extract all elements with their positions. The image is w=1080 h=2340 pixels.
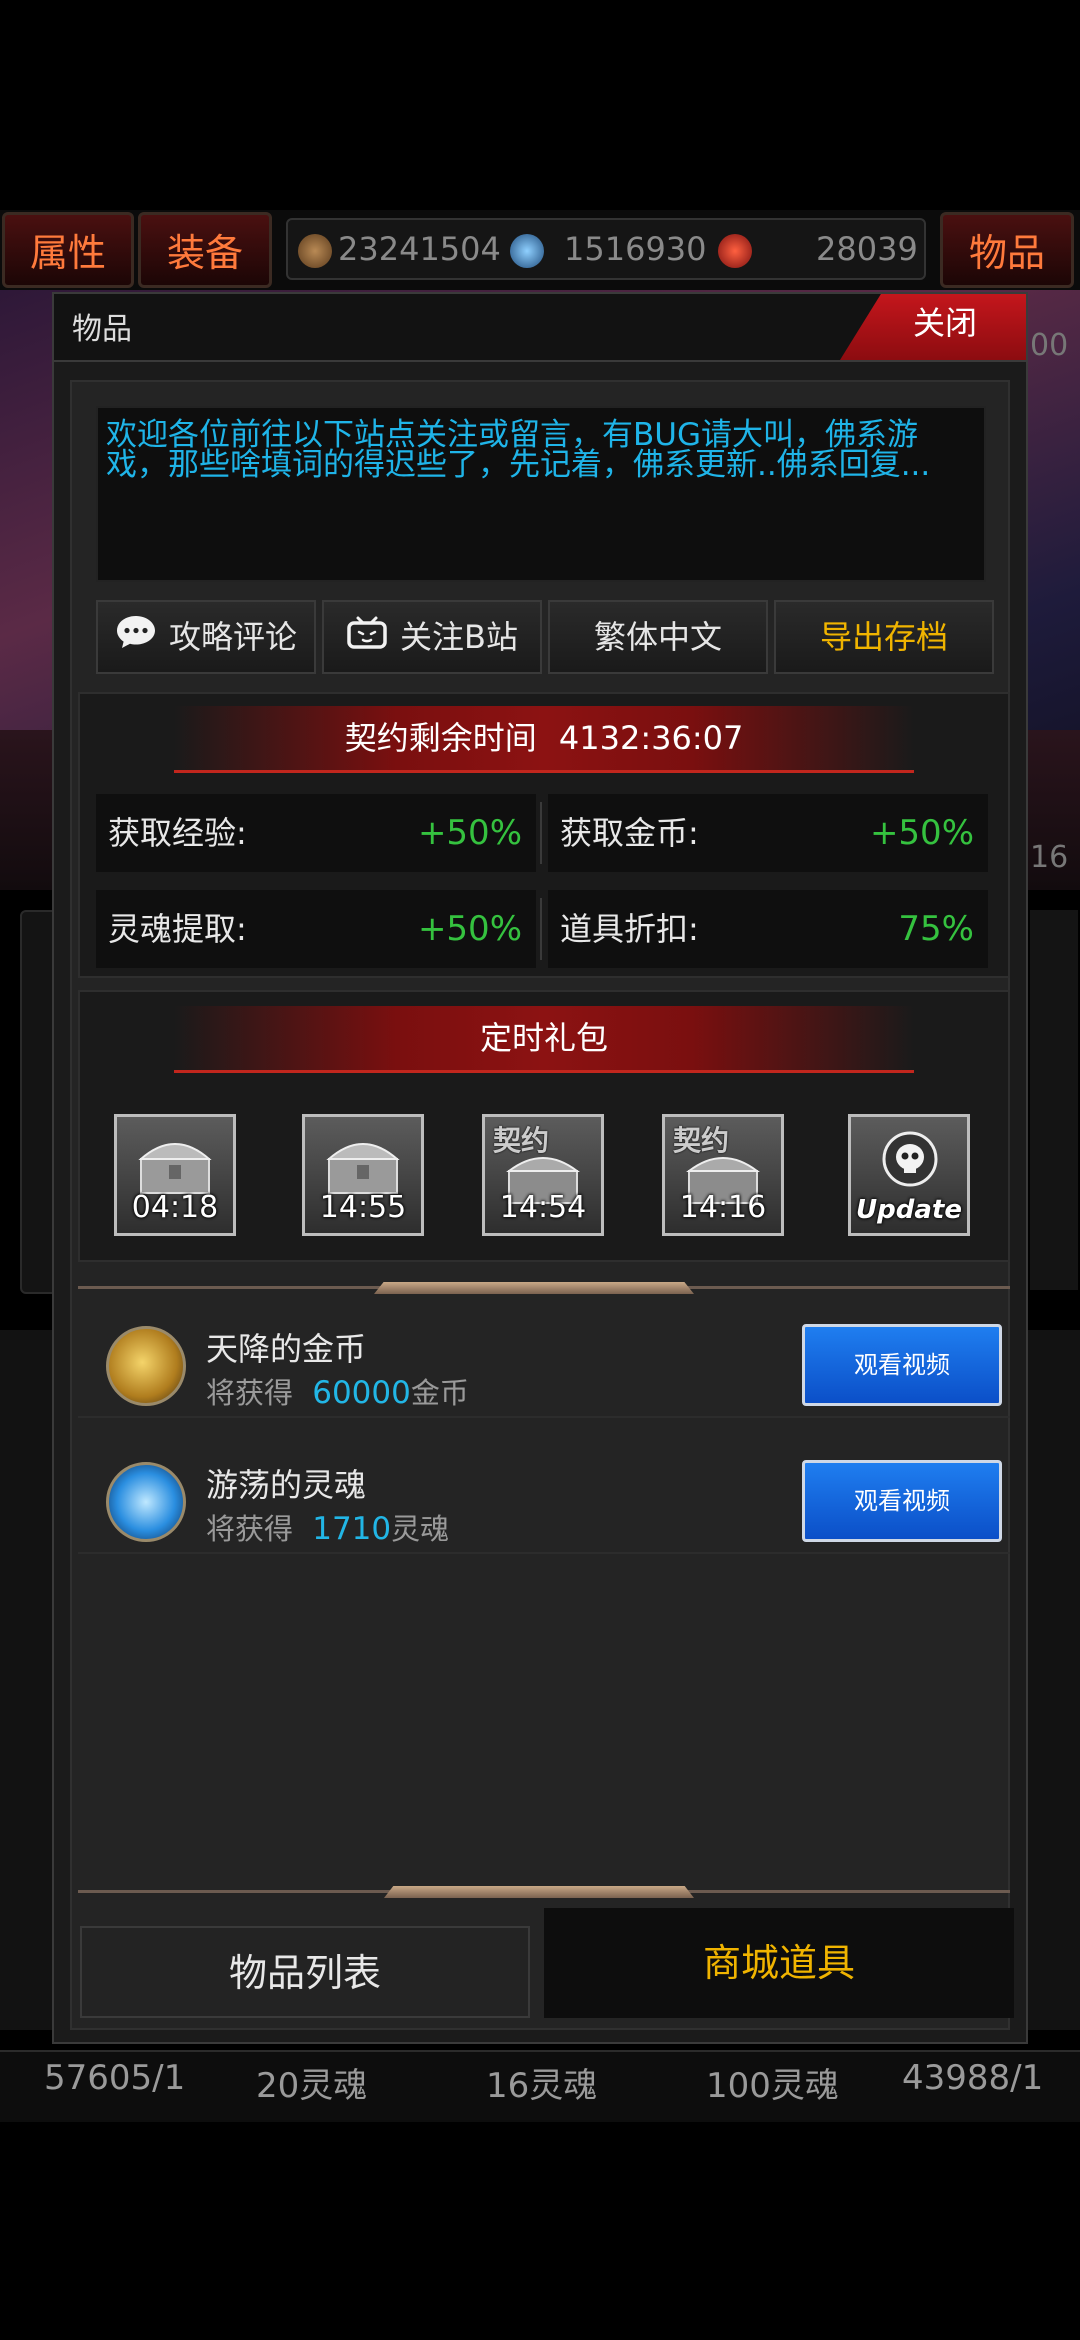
- bottom-value-1: 57605/1: [44, 2058, 186, 2098]
- tab-items[interactable]: 物品: [940, 212, 1074, 288]
- tab-shop-items[interactable]: 商城道具: [544, 1908, 1014, 2018]
- stat-soul-label: 灵魂提取:: [108, 910, 247, 948]
- tab-attributes[interactable]: 属性: [2, 212, 134, 288]
- reward-soul-desc: 将获得 1710灵魂: [206, 1506, 449, 1548]
- separator-top-knob: [374, 1282, 694, 1294]
- export-save-button[interactable]: 导出存档: [774, 600, 994, 674]
- reward-gold-prefix: 将获得: [206, 1376, 294, 1410]
- right-edge-value: 00: [1030, 328, 1069, 363]
- reward-gold-desc: 将获得 60000金币: [206, 1370, 469, 1412]
- reward-gold-title: 天降的金币: [206, 1330, 367, 1368]
- bottom-value-4: 100灵魂: [706, 2066, 839, 2106]
- stat-gold-value: +50%: [869, 813, 974, 853]
- reward-row-soul: 游荡的灵魂 将获得 1710灵魂 观看视频: [78, 1452, 1010, 1554]
- treasure-chest-icon: [138, 1143, 212, 1194]
- bottom-value-3: 16灵魂: [486, 2066, 598, 2106]
- contract-band: 契约剩余时间 4132:36:07: [174, 706, 914, 773]
- right-side-panel: [1030, 910, 1078, 1290]
- gift-timer-3: 14:54: [499, 1190, 587, 1225]
- resource-gem: 28039: [718, 220, 918, 278]
- stat-exp-value: +50%: [417, 813, 522, 853]
- stat-divider-1: [540, 802, 542, 864]
- modal-header: 物品 关闭: [54, 294, 1026, 362]
- notice-text: 欢迎各位前往以下站点关注或留言，有BUG请大叫，佛系游戏，那些啥填词的得迟些了，…: [96, 406, 986, 582]
- blue-soul-icon: [106, 1462, 186, 1542]
- items-modal: 物品 关闭 欢迎各位前往以下站点关注或留言，有BUG请大叫，佛系游戏，那些啥填词…: [52, 292, 1028, 2044]
- gold-coins-icon: [106, 1326, 186, 1406]
- stat-divider-2: [540, 898, 542, 960]
- stat-soul-value: +50%: [417, 909, 522, 949]
- bronze-coin-icon: [298, 234, 332, 268]
- stat-discount: 道具折扣: 75%: [548, 890, 988, 968]
- tab-equipment[interactable]: 装备: [138, 212, 272, 288]
- reward-soul-prefix: 将获得: [206, 1512, 294, 1546]
- stat-gold-label: 获取金币:: [560, 814, 699, 852]
- modal-title: 物品: [72, 312, 132, 347]
- traditional-chinese-button[interactable]: 繁体中文: [548, 600, 768, 674]
- gift-slot-1[interactable]: 04:18: [114, 1114, 236, 1236]
- bottom-value-5: 43988/1: [902, 2058, 1044, 2098]
- gift-timer-4: 14:16: [679, 1190, 767, 1225]
- reward-gold-amount: 60000: [312, 1375, 411, 1411]
- close-button[interactable]: 关闭: [840, 294, 1026, 360]
- red-gem-icon: [718, 234, 752, 268]
- timed-gift-title: 定时礼包: [479, 1019, 608, 1057]
- stat-discount-label: 道具折扣:: [560, 910, 699, 948]
- stat-gold: 获取金币: +50%: [548, 794, 988, 872]
- gift-slot-2[interactable]: 14:55: [302, 1114, 424, 1236]
- contract-title: 契约剩余时间: [344, 719, 537, 757]
- reward-soul-amount: 1710: [312, 1511, 392, 1547]
- reward-soul-title: 游荡的灵魂: [206, 1466, 367, 1504]
- watch-video-gold-button[interactable]: 观看视频: [802, 1324, 1002, 1406]
- tab-item-list[interactable]: 物品列表: [80, 1926, 530, 2018]
- blue-soul-icon: [510, 234, 544, 268]
- right-edge-number: 16: [1030, 840, 1069, 875]
- resource-bronze: 23241504: [298, 220, 501, 278]
- resource-soul: 1516930: [510, 220, 707, 278]
- resource-bronze-value: 23241504: [338, 230, 501, 268]
- gift-slot-update[interactable]: Update: [848, 1114, 970, 1236]
- gift-slot-4[interactable]: 契约 14:16: [662, 1114, 784, 1236]
- timed-gift-band: 定时礼包: [174, 1006, 914, 1073]
- stat-discount-value: 75%: [898, 909, 974, 949]
- separator-bottom-knob: [384, 1886, 694, 1898]
- skull-update-icon: [882, 1131, 938, 1187]
- gift-tag-3: 契约: [493, 1124, 550, 1157]
- gift-timer-1: 04:18: [131, 1190, 219, 1225]
- resource-bar: 23241504 1516930 28039: [286, 218, 926, 280]
- gift-timer-2: 14:55: [319, 1190, 407, 1225]
- bilibili-tv-icon: [346, 604, 388, 674]
- reward-row-gold: 天降的金币 将获得 60000金币 观看视频: [78, 1316, 1010, 1418]
- reward-gold-unit: 金币: [410, 1376, 469, 1410]
- resource-gem-value: 28039: [816, 230, 918, 268]
- resource-soul-value: 1516930: [564, 230, 707, 268]
- stat-soul: 灵魂提取: +50%: [96, 890, 536, 968]
- follow-bilibili-label: 关注B站: [400, 618, 518, 656]
- guide-comment-button[interactable]: 攻略评论: [96, 600, 316, 674]
- gift-tag-4: 契约: [673, 1124, 730, 1157]
- gift-update-label: Update: [856, 1195, 962, 1225]
- bottom-value-2: 20灵魂: [256, 2066, 368, 2106]
- treasure-chest-icon: [326, 1143, 400, 1194]
- reward-soul-unit: 灵魂: [391, 1512, 450, 1546]
- stat-exp: 获取经验: +50%: [96, 794, 536, 872]
- watch-video-soul-button[interactable]: 观看视频: [802, 1460, 1002, 1542]
- stat-exp-label: 获取经验:: [108, 814, 247, 852]
- contract-time: 4132:36:07: [558, 719, 744, 757]
- guide-comment-label: 攻略评论: [168, 618, 297, 656]
- follow-bilibili-button[interactable]: 关注B站: [322, 600, 542, 674]
- comment-icon: [115, 604, 157, 674]
- gift-slot-3[interactable]: 契约 14:54: [482, 1114, 604, 1236]
